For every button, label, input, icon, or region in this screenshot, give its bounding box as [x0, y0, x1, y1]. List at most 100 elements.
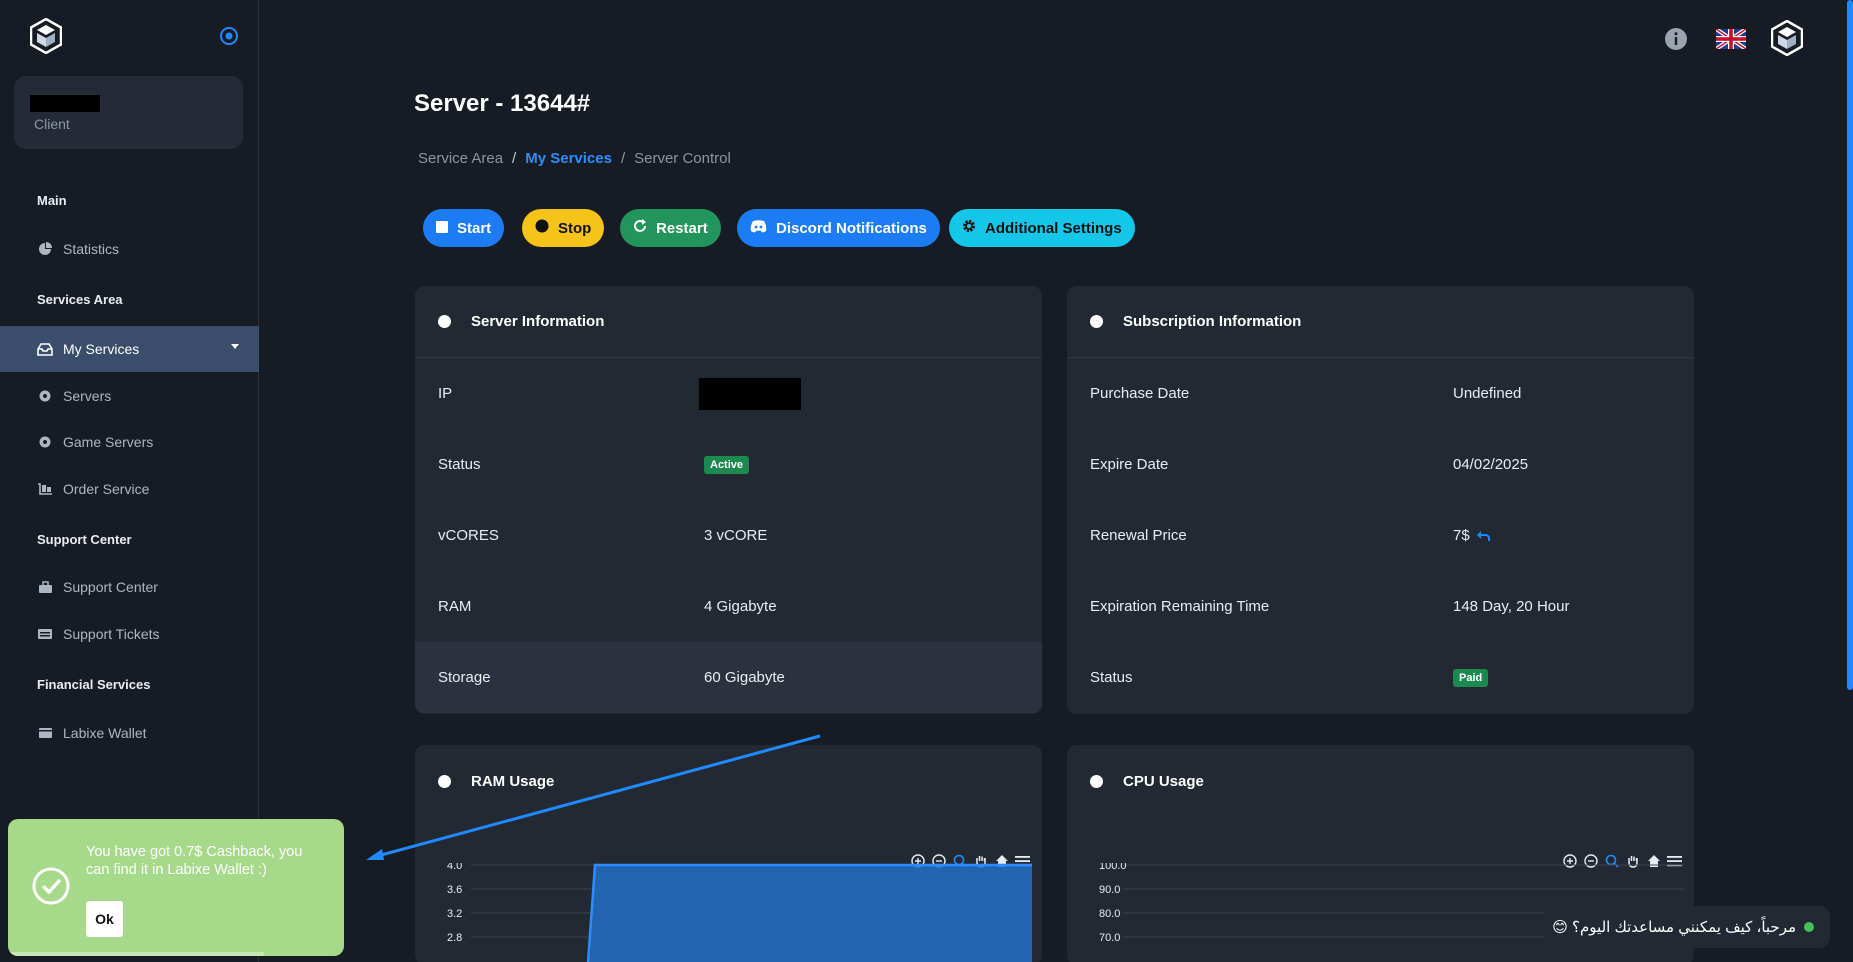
breadcrumb-separator: /: [512, 150, 517, 167]
inbox-icon: [37, 341, 53, 357]
nav-section-main: Main: [37, 193, 67, 208]
row-value: 3 vCORE: [704, 527, 768, 544]
sub-row-remaining-time: Expiration Remaining Time 148 Day, 20 Ho…: [1067, 571, 1694, 642]
row-label: Renewal Price: [1090, 527, 1187, 544]
bullet-icon: [438, 315, 451, 328]
row-label: Expiration Remaining Time: [1090, 598, 1270, 615]
card-title: CPU Usage: [1123, 772, 1204, 790]
row-value: 60 Gigabyte: [704, 669, 785, 686]
brand-logo-icon[interactable]: [30, 18, 62, 54]
row-value: 148 Day, 20 Hour: [1453, 598, 1570, 615]
ip-redacted: [699, 377, 801, 410]
refresh-icon: [633, 219, 647, 237]
row-label: Purchase Date: [1090, 385, 1190, 402]
breadcrumb-server-control: Server Control: [634, 150, 731, 167]
sidebar-item-servers[interactable]: Servers: [0, 376, 259, 416]
cpu-ytick-label: 70.0: [1099, 932, 1120, 944]
row-label: Status: [438, 456, 481, 473]
server-information-card: Server Information IP Status Active vCOR…: [415, 286, 1042, 714]
row-label: Expire Date: [1090, 456, 1169, 473]
online-status-dot: [1804, 922, 1814, 932]
settings-label: Additional Settings: [985, 219, 1122, 237]
discord-notifications-button[interactable]: Discord Notifications: [737, 209, 940, 247]
pie-chart-icon: [37, 241, 53, 257]
sidebar-item-label: Support Tickets: [63, 626, 160, 642]
renew-arrow-icon[interactable]: [1476, 530, 1491, 542]
chat-widget[interactable]: مرحباً، كيف يمكنني مساعدتك اليوم؟ 😊: [1544, 906, 1830, 948]
sidebar-item-order-service[interactable]: Order Service: [0, 469, 259, 509]
ram-ytick-label: 3.2: [447, 908, 462, 920]
sidebar-item-my-services[interactable]: My Services: [0, 326, 259, 372]
info-row-ram: RAM 4 Gigabyte: [415, 571, 1042, 642]
toast-progress-bar: [8, 952, 264, 956]
restart-label: Restart: [656, 219, 708, 237]
card-header: CPU Usage: [1067, 745, 1694, 817]
sidebar-item-label: Game Servers: [63, 434, 154, 450]
sub-row-expire-date: Expire Date 04/02/2025: [1067, 429, 1694, 500]
user-card[interactable]: Client: [14, 76, 243, 149]
sidebar-item-label: Support Center: [63, 579, 158, 595]
ip-value: [699, 377, 801, 410]
card-title: Subscription Information: [1123, 313, 1302, 330]
row-value: 4 Gigabyte: [704, 598, 777, 615]
restart-button[interactable]: Restart: [620, 209, 721, 247]
row-label: IP: [438, 385, 453, 402]
row-value: 7$: [1453, 527, 1470, 544]
sub-row-purchase-date: Purchase Date Undefined: [1067, 358, 1694, 429]
profile-avatar-icon[interactable]: [1771, 20, 1803, 56]
sub-row-renewal-price: Renewal Price 7$: [1067, 500, 1694, 571]
user-name-redacted: [30, 95, 100, 112]
bullet-icon: [1090, 774, 1103, 788]
bullet-icon: [1090, 315, 1103, 328]
sidebar-item-label: Labixe Wallet: [63, 725, 147, 741]
page-scrollbar[interactable]: [1847, 0, 1853, 690]
breadcrumb-service-area[interactable]: Service Area: [418, 150, 503, 167]
page-title: Server - 13644#: [414, 90, 591, 117]
card-header: Server Information: [415, 286, 1042, 358]
circle-dot-icon: [37, 388, 53, 404]
toolbox-icon: [37, 579, 53, 595]
discord-icon: [750, 219, 767, 237]
toast-ok-button[interactable]: Ok: [86, 901, 123, 937]
annotation-arrow: [366, 734, 821, 860]
breadcrumb: Service Area / My Services / Server Cont…: [418, 150, 731, 167]
start-button[interactable]: Start: [423, 209, 505, 247]
sidebar: Client Main Statistics Services Area My …: [0, 0, 259, 962]
sidebar-toggle-icon[interactable]: [219, 26, 239, 46]
sidebar-item-game-servers[interactable]: Game Servers: [0, 422, 259, 462]
row-value: 04/02/2025: [1453, 456, 1529, 473]
sidebar-item-support-center[interactable]: Support Center: [0, 567, 259, 607]
row-label: RAM: [438, 598, 472, 615]
cashback-toast: You have got 0.7$ Cashback, you can find…: [8, 819, 344, 956]
stop-label: Stop: [558, 219, 592, 237]
breadcrumb-my-services[interactable]: My Services: [525, 150, 612, 167]
circle-dot-icon: [37, 434, 53, 450]
info-row-ip: IP: [415, 358, 1042, 429]
nav-section-financial: Financial Services: [37, 677, 151, 692]
info-row-storage: Storage 60 Gigabyte: [415, 642, 1042, 713]
additional-settings-button[interactable]: Additional Settings: [949, 209, 1135, 247]
ram-ytick-label: 2.8: [447, 932, 462, 944]
sidebar-item-support-tickets[interactable]: Support Tickets: [0, 614, 259, 654]
toast-message: You have got 0.7$ Cashback, you can find…: [86, 844, 303, 878]
renewal-price-value: 7$: [1453, 527, 1491, 544]
status-badge: Active: [704, 455, 750, 474]
square-icon: [436, 220, 448, 237]
card-header: Subscription Information: [1067, 286, 1694, 358]
sidebar-item-wallet[interactable]: Labixe Wallet: [0, 713, 259, 753]
row-label: vCORES: [438, 527, 499, 544]
sidebar-item-statistics[interactable]: Statistics: [0, 229, 259, 269]
sub-row-status: Status Paid: [1067, 642, 1694, 713]
subscription-information-card: Subscription Information Purchase Date U…: [1067, 286, 1694, 714]
stop-button[interactable]: Stop: [522, 209, 605, 247]
ram-usage-chart: 4.03.63.22.8: [447, 863, 1032, 962]
row-value: Undefined: [1453, 385, 1522, 402]
sidebar-item-label: My Services: [63, 341, 140, 357]
info-row-status: Status Active: [415, 429, 1042, 500]
nav-section-support-center: Support Center: [37, 532, 132, 547]
info-icon[interactable]: [1664, 27, 1688, 51]
ram-ytick-label: 3.6: [447, 884, 462, 896]
uk-flag-icon[interactable]: [1716, 29, 1746, 49]
cpu-ytick-label: 90.0: [1099, 884, 1120, 896]
start-label: Start: [457, 219, 492, 237]
